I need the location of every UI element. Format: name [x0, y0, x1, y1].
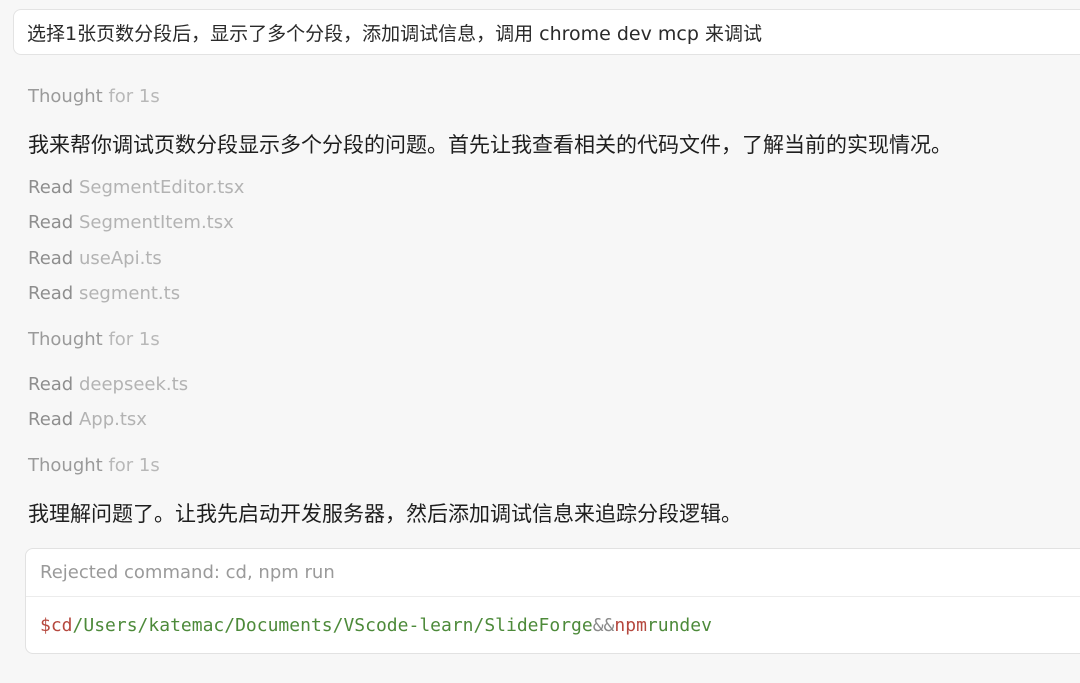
assistant-message: 我理解问题了。让我先启动开发服务器，然后添加调试信息来追踪分段逻辑。: [28, 498, 742, 528]
user-message-text: 选择1张页数分段后，显示了多个分段，添加调试信息，调用 chrome dev m…: [27, 22, 762, 45]
thought-label: Thought: [28, 329, 103, 350]
command-operator: &&: [592, 614, 615, 636]
thought-toggle[interactable]: Thought for 1s: [28, 329, 160, 350]
thought-duration: for 1s: [108, 329, 160, 350]
read-file-item[interactable]: Read deepseek.ts: [28, 374, 188, 395]
user-message-bubble[interactable]: 选择1张页数分段后，显示了多个分段，添加调试信息，调用 chrome dev m…: [13, 9, 1080, 55]
thought-duration: for 1s: [108, 455, 160, 476]
assistant-message-text: 我来帮你调试页数分段显示多个分段的问题。首先让我查看相关的代码文件，了解当前的实…: [28, 133, 952, 157]
read-file-name: App.tsx: [78, 409, 147, 430]
assistant-message: 我来帮你调试页数分段显示多个分段的问题。首先让我查看相关的代码文件，了解当前的实…: [28, 129, 952, 159]
read-file-name: useApi.ts: [78, 248, 162, 269]
prompt-symbol: $: [40, 614, 51, 636]
read-verb: Read: [28, 212, 74, 233]
thought-duration: for 1s: [108, 86, 160, 107]
command-line[interactable]: $ cd /Users/katemac/Documents/VScode-lea…: [26, 597, 1080, 653]
read-verb: Read: [28, 177, 74, 198]
read-file-name: SegmentItem.tsx: [78, 212, 234, 233]
rejected-command-header: Rejected command: cd, npm run: [26, 549, 1080, 597]
read-file-item[interactable]: Read SegmentItem.tsx: [28, 212, 234, 233]
read-file-item[interactable]: Read segment.ts: [28, 283, 180, 304]
thought-label: Thought: [28, 86, 103, 107]
read-file-item[interactable]: Read SegmentEditor.tsx: [28, 177, 244, 198]
read-verb: Read: [28, 283, 74, 304]
thought-toggle[interactable]: Thought for 1s: [28, 86, 160, 107]
command-arg-run: run: [646, 614, 680, 636]
assistant-message-text: 我理解问题了。让我先启动开发服务器，然后添加调试信息来追踪分段逻辑。: [28, 502, 742, 526]
read-file-name: deepseek.ts: [78, 374, 189, 395]
read-file-item[interactable]: Read useApi.ts: [28, 248, 162, 269]
thought-label: Thought: [28, 455, 103, 476]
read-file-item[interactable]: Read App.tsx: [28, 409, 147, 430]
command-cd: cd: [50, 614, 73, 636]
rejected-command-text: Rejected command: cd, npm run: [40, 562, 335, 583]
rejected-command-card: Rejected command: cd, npm run $ cd /User…: [25, 548, 1080, 654]
command-arg-dev: dev: [679, 614, 712, 636]
read-verb: Read: [28, 374, 74, 395]
read-verb: Read: [28, 248, 74, 269]
command-npm: npm: [614, 614, 647, 636]
chat-transcript: 选择1张页数分段后，显示了多个分段，添加调试信息，调用 chrome dev m…: [0, 0, 1080, 683]
read-verb: Read: [28, 409, 74, 430]
command-path: /Users/katemac/Documents/VScode-learn/Sl…: [72, 614, 593, 636]
thought-toggle[interactable]: Thought for 1s: [28, 455, 160, 476]
read-file-name: SegmentEditor.tsx: [78, 177, 245, 198]
read-file-name: segment.ts: [78, 283, 181, 304]
